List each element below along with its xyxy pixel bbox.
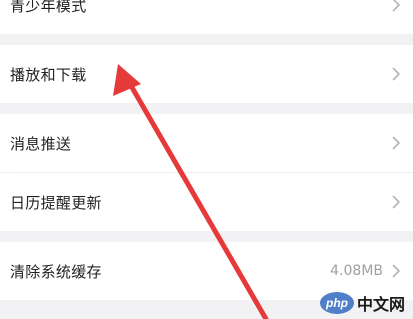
settings-screen: 青少年模式 播放和下载 消息推送 日历提醒更新 清除系统缓存 4.08MB ph…	[0, 0, 413, 319]
settings-item-youth-mode[interactable]: 青少年模式	[0, 0, 413, 34]
chevron-right-icon	[389, 67, 403, 81]
settings-item-playback-download[interactable]: 播放和下载	[0, 45, 413, 103]
chevron-right-icon	[389, 136, 403, 150]
settings-item-label: 播放和下载	[10, 65, 87, 84]
watermark-logo: php 中文网	[319, 290, 405, 316]
chevron-right-icon	[389, 195, 403, 209]
chevron-right-icon	[389, 0, 403, 12]
settings-item-label: 青少年模式	[10, 0, 87, 15]
settings-item-calendar-reminder[interactable]: 日历提醒更新	[0, 173, 413, 231]
settings-item-label: 清除系统缓存	[10, 262, 102, 281]
settings-item-push-notifications[interactable]: 消息推送	[0, 114, 413, 172]
watermark-badge: php	[319, 292, 354, 314]
cache-size-value: 4.08MB	[330, 263, 383, 279]
settings-item-label: 日历提醒更新	[10, 193, 102, 212]
chevron-right-icon	[389, 264, 403, 278]
watermark-text: 中文网	[356, 295, 405, 314]
settings-item-label: 消息推送	[10, 134, 72, 153]
